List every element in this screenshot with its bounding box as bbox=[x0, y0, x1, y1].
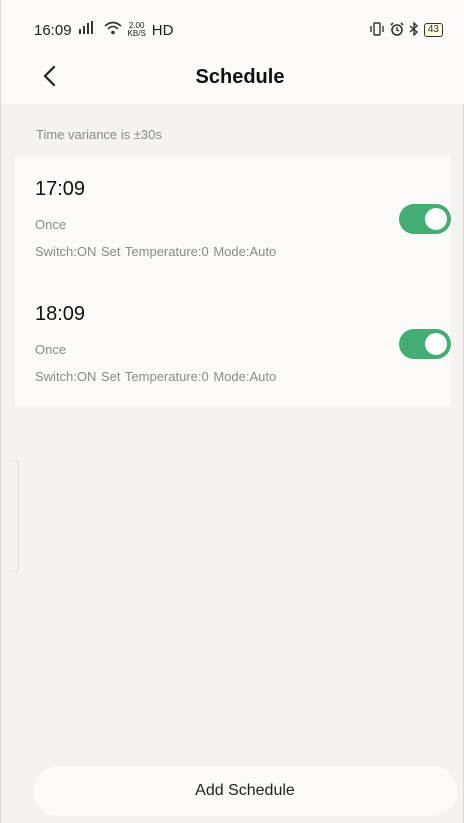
signal-icon bbox=[78, 21, 98, 39]
status-time: 16:09 bbox=[34, 21, 72, 39]
back-button[interactable] bbox=[35, 62, 63, 90]
schedule-detail: Switch:ON Set Temperature:0 Mode:Auto bbox=[35, 244, 277, 259]
bluetooth-icon bbox=[409, 20, 419, 39]
time-variance-note: Time variance is ±30s bbox=[36, 127, 162, 142]
vibrate-icon bbox=[369, 21, 385, 39]
schedule-item[interactable]: 18:09 Once Switch:ON Set Temperature:0 M… bbox=[15, 281, 451, 406]
schedule-time: 18:09 bbox=[35, 303, 86, 325]
schedule-toggle[interactable] bbox=[399, 204, 451, 234]
wifi-icon bbox=[104, 21, 122, 39]
chevron-left-icon bbox=[43, 65, 56, 87]
phone-frame: 16:09 2.00 KB/S HD 43 Schedule Time vari… bbox=[0, 0, 464, 823]
page-title: Schedule bbox=[195, 65, 285, 88]
side-drawer-handle[interactable] bbox=[14, 460, 19, 572]
alarm-icon bbox=[390, 21, 404, 39]
schedule-detail: Switch:ON Set Temperature:0 Mode:Auto bbox=[35, 369, 277, 384]
status-left: 16:09 2.00 KB/S HD bbox=[34, 21, 173, 39]
schedule-list: 17:09 Once Switch:ON Set Temperature:0 M… bbox=[15, 156, 451, 407]
battery-icon: 43 bbox=[423, 23, 443, 37]
net-speed-unit: KB/S bbox=[127, 29, 146, 38]
app-header: Schedule bbox=[1, 50, 464, 104]
add-schedule-button[interactable]: Add Schedule bbox=[33, 766, 457, 816]
toggle-knob bbox=[425, 208, 447, 230]
schedule-item[interactable]: 17:09 Once Switch:ON Set Temperature:0 M… bbox=[15, 156, 451, 281]
schedule-repeat: Once bbox=[35, 217, 67, 232]
schedule-time: 17:09 bbox=[35, 178, 86, 200]
schedule-repeat: Once bbox=[35, 342, 67, 357]
toggle-knob bbox=[425, 333, 447, 355]
schedule-toggle[interactable] bbox=[399, 329, 451, 359]
net-speed: 2.00 KB/S bbox=[128, 22, 146, 38]
status-right: 43 bbox=[369, 20, 443, 39]
hd-label: HD bbox=[151, 21, 174, 39]
